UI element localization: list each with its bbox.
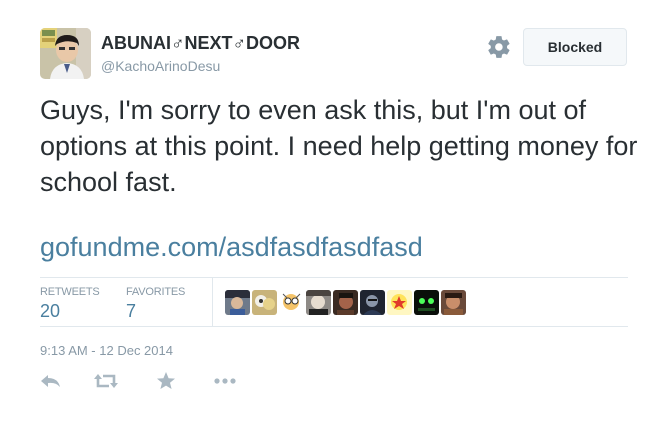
blocked-button[interactable]: Blocked (523, 28, 627, 66)
user-avatar[interactable] (40, 28, 91, 79)
tweet-stats: RETWEETS 20 FAVORITES 7 (40, 277, 628, 327)
user-handle[interactable]: @KachoArinoDesu (101, 58, 220, 74)
favoriter-avatar-9[interactable] (441, 290, 466, 315)
favoriter-avatar-5[interactable] (333, 290, 358, 315)
favoriter-avatar-4[interactable] (306, 290, 331, 315)
star-icon[interactable] (153, 370, 179, 392)
favoriter-avatar-2[interactable] (252, 290, 277, 315)
favorites-count: 7 (126, 301, 137, 321)
retweets-count: 20 (40, 301, 61, 321)
favoriter-avatar-6[interactable] (360, 290, 385, 315)
tweet-link[interactable]: gofundme.com/asdfasdfasdfasd (40, 232, 423, 263)
favoriter-avatar-8[interactable] (414, 290, 439, 315)
favorites-label: FAVORITES (126, 286, 186, 298)
favorites-stat[interactable]: FAVORITES 7 (126, 286, 185, 322)
favoriter-avatar-7[interactable] (387, 290, 412, 315)
gear-icon[interactable] (486, 34, 512, 60)
stats-divider (212, 278, 213, 327)
tweet-text: Guys, I'm sorry to even ask this, but I'… (40, 95, 638, 197)
retweets-label: RETWEETS (40, 286, 100, 298)
more-dots-icon[interactable] (212, 370, 238, 392)
retweets-stat[interactable]: RETWEETS 20 (40, 286, 100, 322)
display-name[interactable]: ABUNAI♂NEXT♂DOOR (101, 33, 300, 54)
favoriter-avatar-1[interactable] (225, 290, 250, 315)
tweet-card: ABUNAI♂NEXT♂DOOR @KachoArinoDesu Blocked… (0, 0, 666, 421)
tweet-timestamp[interactable]: 9:13 AM - 12 Dec 2014 (40, 343, 173, 358)
avatar-photo-icon (40, 28, 91, 79)
reply-icon[interactable] (38, 370, 64, 392)
favoriter-avatars (225, 290, 466, 316)
favoriter-avatar-3[interactable] (279, 290, 304, 315)
retweet-icon[interactable] (93, 370, 119, 392)
